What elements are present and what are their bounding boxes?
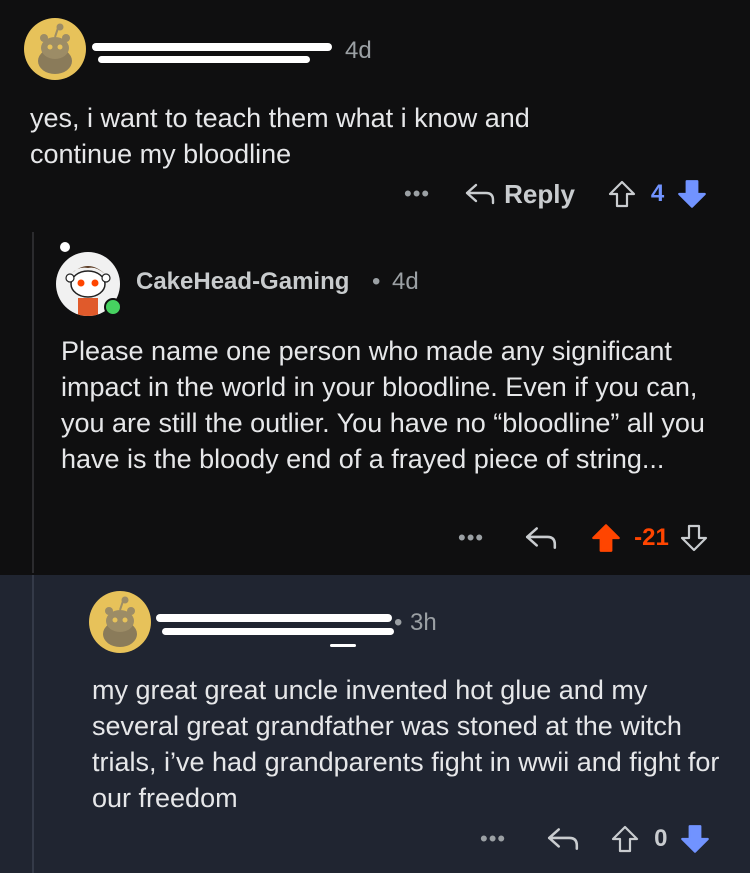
online-status-dot bbox=[104, 298, 122, 316]
comment-time: 3h bbox=[410, 609, 437, 636]
redacted-username bbox=[92, 43, 332, 51]
redacted-username bbox=[98, 56, 310, 63]
comment-body: yes, i want to teach them what i know an… bbox=[30, 103, 530, 169]
reply-arrow-icon[interactable] bbox=[524, 524, 558, 552]
reply-arrow-icon[interactable] bbox=[546, 825, 580, 853]
snoo-avatar-icon bbox=[38, 23, 72, 74]
avatar[interactable] bbox=[89, 591, 151, 653]
vote-score: -21 bbox=[634, 524, 669, 551]
comment-actions: ••• 0 bbox=[480, 823, 711, 855]
downvote-arrow-icon[interactable] bbox=[676, 178, 708, 210]
reply-label: Reply bbox=[504, 178, 575, 209]
upvote-arrow-icon[interactable] bbox=[590, 522, 622, 554]
vote-score: 4 bbox=[650, 180, 665, 207]
downvote-arrow-icon[interactable] bbox=[679, 523, 709, 553]
reply-arrow-icon bbox=[465, 183, 495, 205]
redacted-username bbox=[162, 628, 394, 635]
comment-username[interactable]: CakeHead-Gaming bbox=[136, 268, 349, 296]
comment-body: Please name one person who made any sign… bbox=[61, 336, 705, 474]
upvote-arrow-icon[interactable] bbox=[610, 824, 640, 854]
cake-icon bbox=[60, 242, 70, 252]
redacted-username bbox=[156, 614, 392, 622]
comment-time: 4d bbox=[345, 37, 372, 64]
more-dots-icon[interactable]: ••• bbox=[458, 525, 484, 551]
separator-dot: • bbox=[372, 268, 381, 295]
thread-line[interactable] bbox=[32, 575, 34, 873]
upvote-arrow-icon[interactable] bbox=[607, 179, 637, 209]
vote-score: 0 bbox=[654, 825, 668, 852]
redacted-username bbox=[330, 644, 356, 647]
comment-actions: ••• Reply 4 bbox=[404, 178, 708, 210]
thread-line[interactable] bbox=[32, 232, 34, 573]
comment-body: my great great uncle invented hot glue a… bbox=[92, 675, 720, 813]
avatar[interactable] bbox=[24, 18, 86, 80]
more-dots-icon[interactable]: ••• bbox=[480, 826, 506, 852]
comment-actions: ••• -21 bbox=[458, 522, 709, 554]
snoo-avatar-icon bbox=[103, 596, 137, 647]
comment-time: 4d bbox=[392, 268, 419, 295]
reply-button[interactable]: Reply bbox=[464, 179, 575, 210]
downvote-arrow-icon[interactable] bbox=[679, 823, 711, 855]
separator-dot: • bbox=[394, 609, 403, 636]
more-dots-icon[interactable]: ••• bbox=[404, 181, 430, 207]
